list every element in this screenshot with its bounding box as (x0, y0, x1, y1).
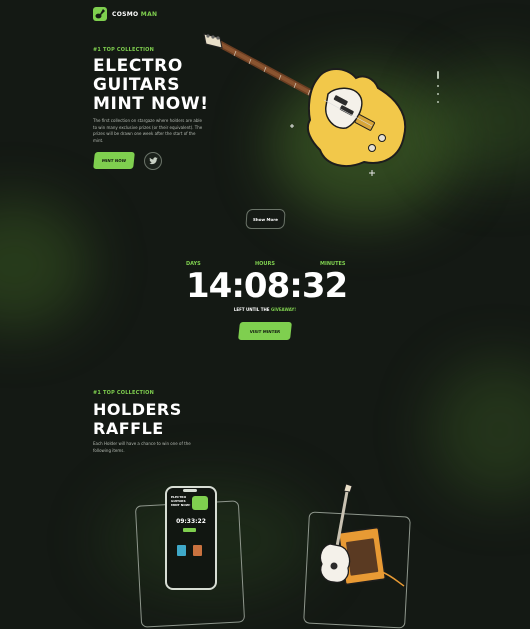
raffle-title-line: RAFFLE (93, 419, 164, 438)
phone-mockup: ELECTRO GUITARS MINT NOW! 09:33:22 (165, 486, 217, 590)
hero-title: ELECTRO GUITARS MINT NOW! (93, 57, 209, 114)
phone-thumbnail (193, 545, 202, 556)
show-more-button[interactable]: Show More (245, 209, 286, 229)
electric-guitar-illustration (203, 33, 407, 176)
countdown-timer: 14:08:32 (186, 266, 348, 306)
raffle-eyebrow: #1 TOP COLLECTION (93, 390, 154, 396)
acoustic-guitar-amp-illustration (319, 483, 405, 587)
hero-title-line: ELECTRO (93, 56, 183, 76)
brand-name: COSMO MAN (112, 10, 158, 18)
raffle-title: HOLDERS RAFFLE (93, 400, 182, 438)
twitter-button[interactable] (144, 152, 162, 170)
scroll-indicator[interactable] (436, 71, 440, 107)
phone-guitar-image (192, 496, 208, 510)
mint-now-button[interactable]: MINT NOW (93, 152, 135, 169)
phone-thumbnail (177, 545, 186, 556)
giveaway-caption: LEFT UNTIL THE GIVEAWAY! (233, 307, 297, 312)
hero-title-line: GUITARS (93, 75, 181, 95)
hero-description: The first collection on stargaze where h… (93, 118, 203, 143)
raffle-description: Each Holder will have a chance to win on… (93, 441, 191, 453)
raffle-title-line: HOLDERS (93, 400, 182, 419)
brand-logo[interactable]: COSMO MAN (92, 6, 157, 22)
guitar-logo-icon (93, 7, 107, 21)
phone-countdown: 09:33:22 (176, 518, 206, 525)
visit-minter-button[interactable]: VISIT MINTER (238, 322, 292, 340)
hero-title-line: MINT NOW! (93, 94, 209, 114)
phone-title: ELECTRO GUITARS MINT NOW! (171, 495, 191, 507)
phone-notch (183, 489, 197, 492)
twitter-icon (148, 157, 158, 165)
hero-eyebrow: #1 TOP COLLECTION (93, 47, 154, 53)
phone-mint-button (183, 528, 196, 532)
